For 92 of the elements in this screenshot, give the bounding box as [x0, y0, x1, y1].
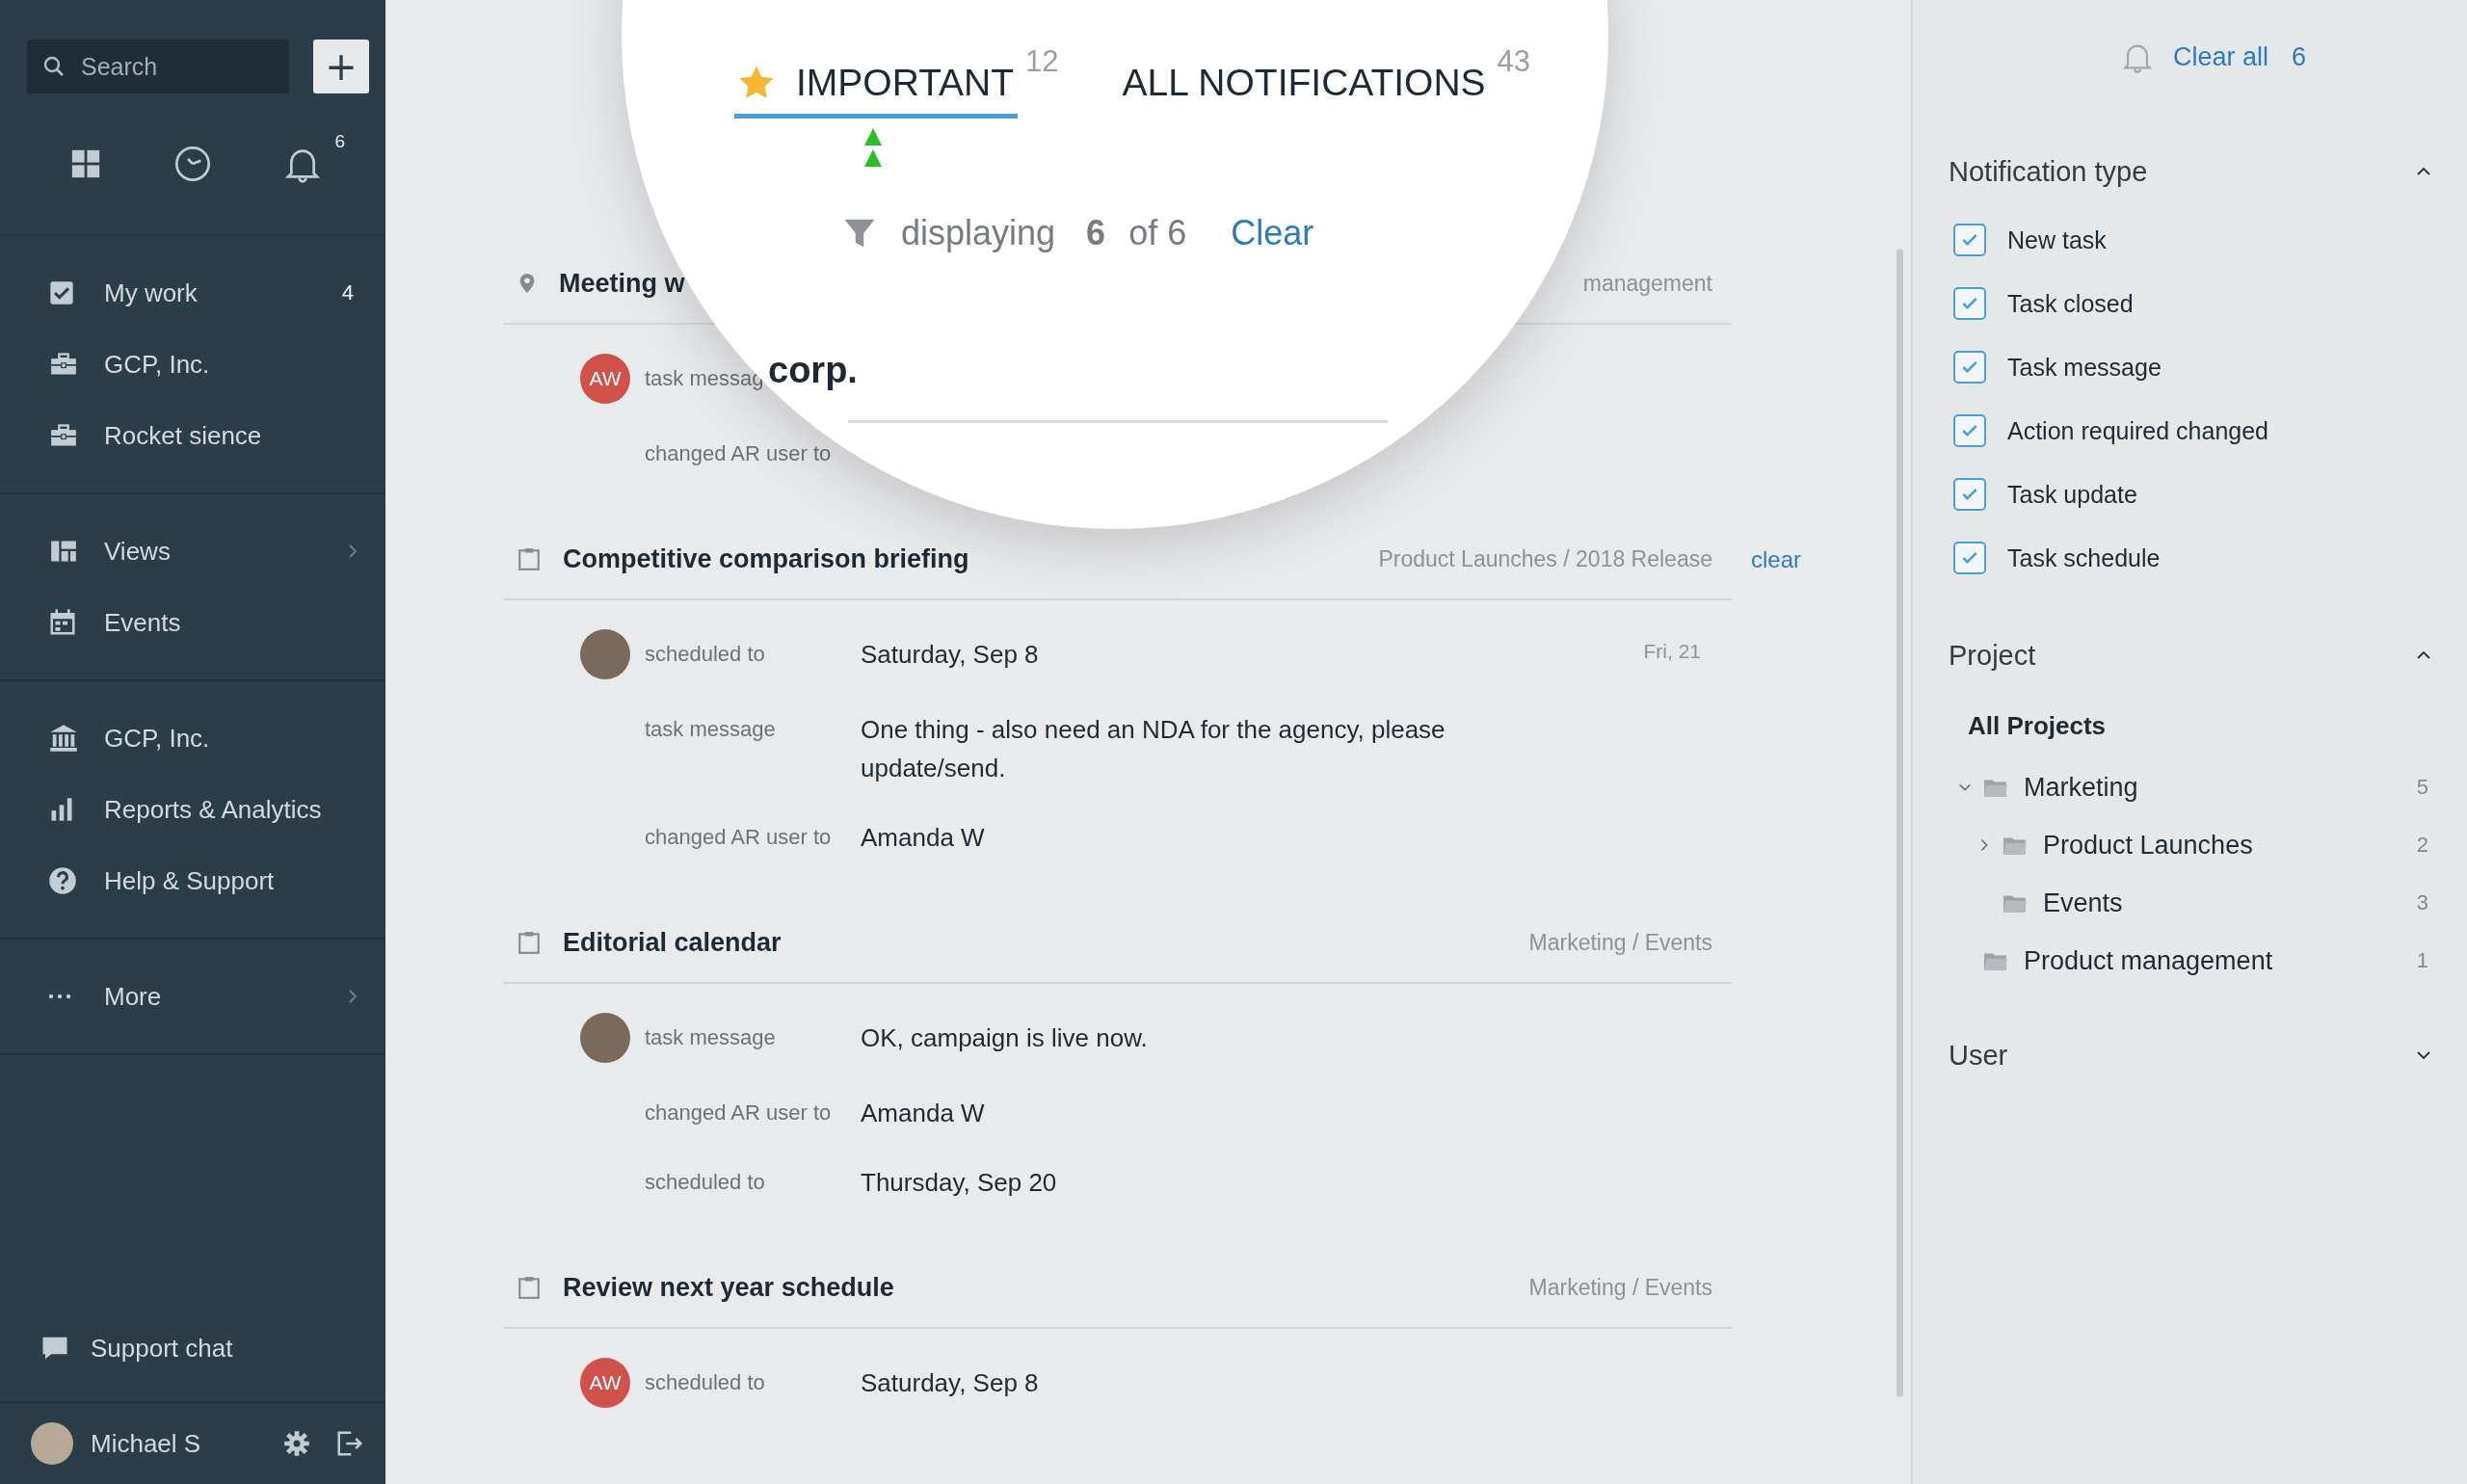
project-path: management: [1582, 270, 1712, 297]
user-avatar: AW: [580, 354, 630, 404]
project-path: Marketing / Events: [1528, 929, 1712, 956]
briefcase-icon: [48, 422, 79, 449]
tab-count: 43: [1497, 44, 1531, 79]
nav-item[interactable]: Rocket sience: [0, 400, 385, 471]
settings-icon: [283, 1430, 310, 1457]
nav-item[interactable]: GCP, Inc.: [0, 702, 385, 774]
activity-label: changed AR user to: [645, 440, 832, 467]
task-title[interactable]: Editorial calendar: [563, 927, 782, 958]
clear-all-link[interactable]: Clear all: [2172, 41, 2268, 72]
clipboard-icon: [517, 1274, 542, 1301]
user-avatar[interactable]: [31, 1422, 73, 1465]
user-name: Michael S: [91, 1428, 202, 1459]
checkbox[interactable]: [1953, 542, 1986, 574]
total-count: of 6: [1128, 213, 1187, 253]
checkbox[interactable]: [1953, 287, 1986, 320]
notification-count: 6: [2292, 41, 2307, 72]
checkbox[interactable]: [1953, 351, 1986, 384]
filter-label: displaying: [901, 213, 1056, 253]
nav-item[interactable]: GCP, Inc.: [0, 329, 385, 400]
more-icon: [48, 993, 71, 1000]
zoomed-title: corp.: [768, 350, 858, 391]
clock-icon: [173, 145, 212, 183]
activity-label: scheduled to: [645, 1169, 765, 1196]
bank-icon: [48, 724, 79, 753]
filter-option[interactable]: Task update: [1949, 463, 2440, 526]
all-projects-item[interactable]: All Projects: [1949, 682, 2440, 758]
nav-item[interactable]: Views: [0, 516, 385, 587]
notification-count: 6: [334, 131, 345, 152]
activity-label: task message: [645, 716, 776, 743]
tab[interactable]: IMPORTANT: [734, 58, 1019, 119]
project-tree-item[interactable]: Marketing 5: [1949, 758, 2440, 816]
activity-date: Fri, 21: [1643, 639, 1702, 664]
filter-option[interactable]: Task message: [1949, 335, 2440, 399]
project-tree-item[interactable]: Product management 1: [1949, 932, 2440, 990]
scrollbar[interactable]: [1897, 249, 1903, 1397]
activity-value: Amanda W: [861, 1098, 986, 1129]
nav-item[interactable]: Reports & Analytics: [0, 774, 385, 845]
filter-option[interactable]: Task closed: [1949, 272, 2440, 335]
activity-value: Saturday, Sep 8: [861, 1367, 1040, 1399]
activity-label: changed AR user to: [645, 824, 832, 851]
briefcase-icon: [48, 351, 79, 378]
project-tree-item[interactable]: Events 3: [1949, 874, 2440, 932]
nav-item[interactable]: Events: [0, 587, 385, 658]
project-path: Marketing / Events: [1528, 1274, 1712, 1301]
tab-count: 12: [1025, 44, 1059, 79]
activity-value: One thing - also need an NDA for the agency, please update/send.: [861, 714, 1446, 784]
checkbox[interactable]: [1953, 478, 1986, 511]
checkbox-icon: [48, 279, 75, 306]
task-title[interactable]: Review next year schedule: [563, 1272, 894, 1303]
checkbox[interactable]: [1953, 224, 1986, 256]
search-field[interactable]: Search: [27, 40, 289, 93]
shown-count: 6: [1086, 213, 1106, 253]
section-header[interactable]: Notification type: [1949, 145, 2440, 199]
filter-option[interactable]: New task: [1949, 208, 2440, 272]
activity-label: task message: [645, 1024, 776, 1051]
project-path: Product Launches / 2018 Release: [1378, 545, 1712, 572]
user-avatar: [580, 629, 630, 679]
nav-item[interactable]: My work 4: [0, 257, 385, 329]
logout-icon: [335, 1429, 364, 1458]
tab[interactable]: ALL NOTIFICATIONS: [1118, 58, 1490, 119]
user-avatar: AW: [580, 1358, 630, 1408]
help-icon: [48, 866, 77, 895]
grid-icon: [69, 147, 102, 180]
activity-label: scheduled to: [645, 641, 765, 668]
clear-filter-link[interactable]: Clear: [1231, 213, 1314, 253]
clipboard-icon: [517, 545, 542, 572]
star-icon: [738, 65, 775, 101]
double-up-arrow-icon: [862, 126, 884, 169]
calendar-icon: [48, 608, 77, 637]
activity-label: scheduled to: [645, 1369, 765, 1396]
nav-item[interactable]: More: [0, 961, 385, 1032]
nav-item[interactable]: Help & Support: [0, 845, 385, 916]
checkbox[interactable]: [1953, 414, 1986, 447]
filter-option[interactable]: Task schedule: [1949, 526, 2440, 590]
task-title[interactable]: Competitive comparison briefing: [563, 543, 969, 574]
activity-label: task messag: [645, 365, 764, 392]
activity-label: changed AR user to: [645, 1100, 832, 1126]
project-tree-item[interactable]: Product Launches 2: [1949, 816, 2440, 874]
section-header[interactable]: User: [1949, 1028, 2440, 1082]
filter-option[interactable]: Action required changed: [1949, 399, 2440, 463]
activity-value: Saturday, Sep 8: [861, 639, 1040, 671]
activity-value: Amanda W: [861, 822, 986, 854]
section-header[interactable]: Project: [1949, 628, 2440, 682]
activity-value: Thursday, Sep 20: [861, 1167, 1058, 1199]
user-avatar: [580, 1013, 630, 1063]
support-chat-link[interactable]: Support chat: [0, 1314, 385, 1401]
add-button[interactable]: +: [313, 40, 369, 93]
clear-link[interactable]: clear: [1751, 546, 1802, 573]
clipboard-icon: [517, 929, 542, 956]
activity-value: OK, campaign is live now.: [861, 1022, 1149, 1054]
